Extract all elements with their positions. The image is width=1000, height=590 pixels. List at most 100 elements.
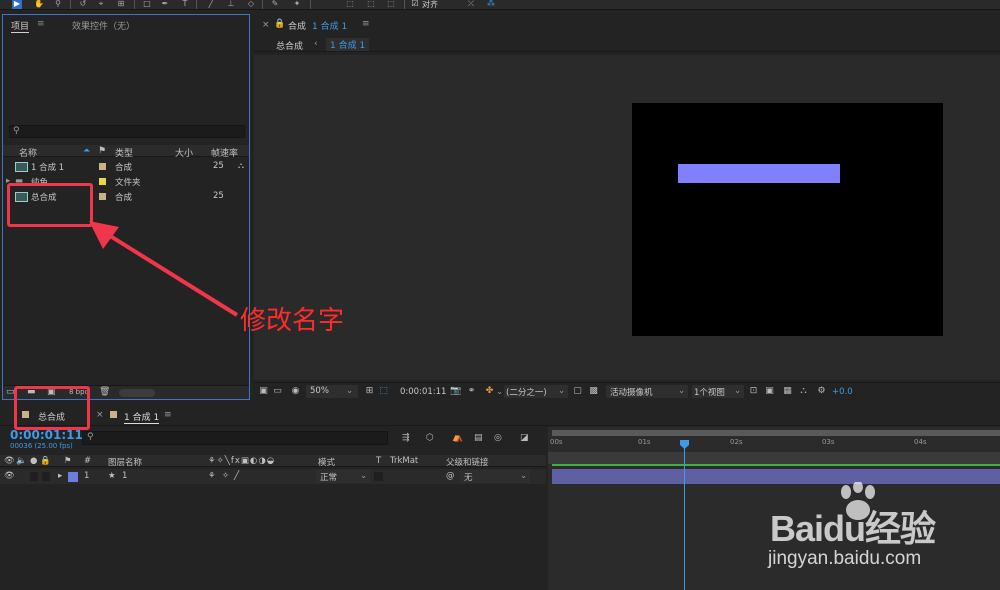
zoom-tool-icon[interactable]: ⚲: [53, 0, 63, 9]
clone-stamp-tool-icon[interactable]: ⊥: [226, 0, 236, 9]
motion-blur-icon[interactable]: ◎: [494, 433, 502, 443]
timeline-search-input[interactable]: ⚲: [82, 431, 388, 445]
tab-project[interactable]: 项目: [11, 19, 30, 33]
tab-effect-controls[interactable]: 效果控件（无）: [72, 19, 135, 32]
axis-view-icon[interactable]: ⬚: [386, 0, 396, 9]
pick-whip-icon[interactable]: @: [446, 471, 455, 481]
video-switch-icon[interactable]: 👁: [4, 456, 15, 466]
title-action-safe-icon[interactable]: ⊞: [364, 386, 375, 397]
layer-row[interactable]: 👁 ▸ 1 ★ 1 ⚘ ✧ ╱ 正常 ⌄ @ 无 ⌄: [0, 469, 546, 484]
shy-layers-icon[interactable]: ⛺: [452, 433, 463, 443]
panel-menu-icon[interactable]: ≡: [362, 19, 370, 29]
snapping-checkbox-icon[interactable]: ☑: [410, 0, 420, 9]
snap-feature-icon[interactable]: ⁂: [486, 0, 496, 9]
chevron-down-icon[interactable]: ⌄: [496, 387, 503, 397]
eye-icon[interactable]: 👁: [4, 471, 15, 481]
type-tool-icon[interactable]: T: [180, 0, 190, 9]
parent-dropdown[interactable]: 无 ⌄: [460, 470, 530, 483]
transparency-grid-icon[interactable]: ▩: [588, 386, 599, 397]
label-swatch[interactable]: [99, 178, 106, 185]
axis-local-icon[interactable]: ⬚: [345, 0, 355, 9]
reset-exposure-icon[interactable]: ⚙: [816, 386, 827, 397]
col-size[interactable]: 大小: [175, 146, 193, 159]
tab-comp-prefix[interactable]: 合成: [288, 19, 306, 32]
views-dropdown[interactable]: 1个视图 ⌄: [692, 385, 744, 398]
work-area-bar[interactable]: [552, 430, 1000, 436]
label-tag-icon[interactable]: ⚑: [98, 146, 106, 156]
lock-icon[interactable]: 🔒: [274, 19, 285, 29]
panel-menu-icon[interactable]: ≡: [164, 410, 172, 420]
snap-edge-icon[interactable]: ⤫: [466, 0, 476, 9]
layer-name[interactable]: 1: [122, 471, 127, 481]
selection-tool-icon[interactable]: ▶: [12, 0, 22, 9]
fast-previews-icon[interactable]: ▣: [764, 386, 775, 397]
pen-tool-icon[interactable]: ✒: [160, 0, 170, 9]
quality-switch-icon[interactable]: ╱: [234, 471, 239, 481]
expand-arrow-icon[interactable]: ▸: [58, 471, 62, 481]
solid-layer-rectangle[interactable]: [678, 164, 840, 183]
current-time[interactable]: 0:00:01:11: [400, 387, 446, 397]
label-swatch[interactable]: [99, 193, 106, 200]
axis-world-icon[interactable]: ⬚: [366, 0, 376, 9]
roto-brush-tool-icon[interactable]: ✎: [270, 0, 280, 9]
close-icon[interactable]: ×: [262, 20, 270, 30]
eraser-tool-icon[interactable]: ◇: [246, 0, 256, 9]
exposure-value[interactable]: +0.0: [832, 387, 853, 397]
brush-tool-icon[interactable]: ╱: [206, 0, 216, 9]
timeline-icon[interactable]: ▦: [782, 386, 793, 397]
col-name[interactable]: 名称: [19, 146, 37, 159]
label-tag-icon[interactable]: ⚑: [64, 456, 72, 466]
shy-switch-icon[interactable]: ⚘: [208, 471, 216, 481]
col-parent[interactable]: 父级和链接: [446, 456, 489, 468]
graph-editor-icon[interactable]: ◪: [520, 433, 529, 443]
solo-switch-icon[interactable]: ●: [30, 456, 37, 466]
col-trkmat[interactable]: TrkMat: [390, 456, 418, 466]
vr-icon[interactable]: ◉: [290, 386, 301, 397]
preserve-transparency-toggle[interactable]: [374, 472, 383, 481]
playhead-line[interactable]: [684, 440, 685, 590]
camera-dropdown[interactable]: 活动摄像机 ⌄: [606, 385, 688, 398]
layer-label-color[interactable]: [68, 472, 78, 482]
snapshot-icon[interactable]: 📷: [450, 386, 461, 397]
rectangle-tool-icon[interactable]: □: [142, 0, 152, 9]
layer-switches-icon[interactable]: ⚘✧╲fx▣◐◑◒: [208, 456, 275, 466]
hand-tool-icon[interactable]: ✋: [34, 0, 44, 9]
flowchart-icon[interactable]: ⛬: [798, 386, 809, 397]
col-layer-name[interactable]: 图层名称: [108, 456, 142, 468]
channel-icon[interactable]: ✤: [484, 386, 495, 397]
tab-comp1[interactable]: 1 合成 1: [124, 410, 160, 424]
label-swatch[interactable]: [110, 411, 117, 418]
show-snapshot-icon[interactable]: ⚭: [466, 386, 477, 397]
draft-3d-icon[interactable]: ⬡: [426, 433, 434, 443]
col-mode[interactable]: 模式: [318, 456, 335, 468]
comp-marker-track[interactable]: [548, 452, 1000, 464]
collapse-switch-icon[interactable]: ✧: [222, 471, 229, 481]
col-type[interactable]: 类型: [115, 146, 133, 159]
horizontal-scrollbar[interactable]: [119, 389, 155, 397]
rotate-tool-icon[interactable]: ↺: [78, 0, 88, 9]
flowchart-icon[interactable]: ⛬: [238, 161, 244, 171]
layer-duration-bar[interactable]: [552, 469, 1000, 484]
toggle-pixel-aspect-icon[interactable]: ⊡: [748, 386, 759, 397]
zoom-dropdown[interactable]: 50% ⌄: [306, 385, 358, 398]
sort-asc-icon[interactable]: ⏶: [83, 146, 90, 156]
mode-dropdown[interactable]: 正常 ⌄: [316, 470, 370, 483]
composition-canvas[interactable]: [632, 103, 943, 336]
comp-mini-flowchart-icon[interactable]: ⇶: [402, 433, 410, 443]
col-t[interactable]: T: [376, 456, 381, 466]
lock-toggle[interactable]: [42, 472, 50, 481]
monitor-icon[interactable]: ▭: [272, 386, 283, 397]
project-item-comp1[interactable]: 1 合成 1 合成 25 ⛬: [3, 160, 249, 174]
solo-toggle[interactable]: [30, 472, 38, 481]
region-of-interest-icon[interactable]: ▢: [572, 386, 583, 397]
resolution-dropdown[interactable]: (二分之一) ⌄: [504, 385, 568, 398]
audio-switch-icon[interactable]: 🔈: [16, 456, 27, 466]
lock-switch-icon[interactable]: 🔒: [40, 456, 51, 466]
camera-tool-icon[interactable]: ⌖: [96, 0, 106, 9]
mask-visibility-icon[interactable]: ⬚: [378, 386, 389, 397]
trash-icon[interactable]: 🗑: [99, 387, 110, 397]
always-preview-icon[interactable]: ▣: [258, 386, 269, 397]
close-icon[interactable]: ×: [96, 410, 104, 420]
frame-blending-icon[interactable]: ▤: [474, 433, 483, 443]
pan-behind-tool-icon[interactable]: ⊞: [116, 0, 126, 9]
